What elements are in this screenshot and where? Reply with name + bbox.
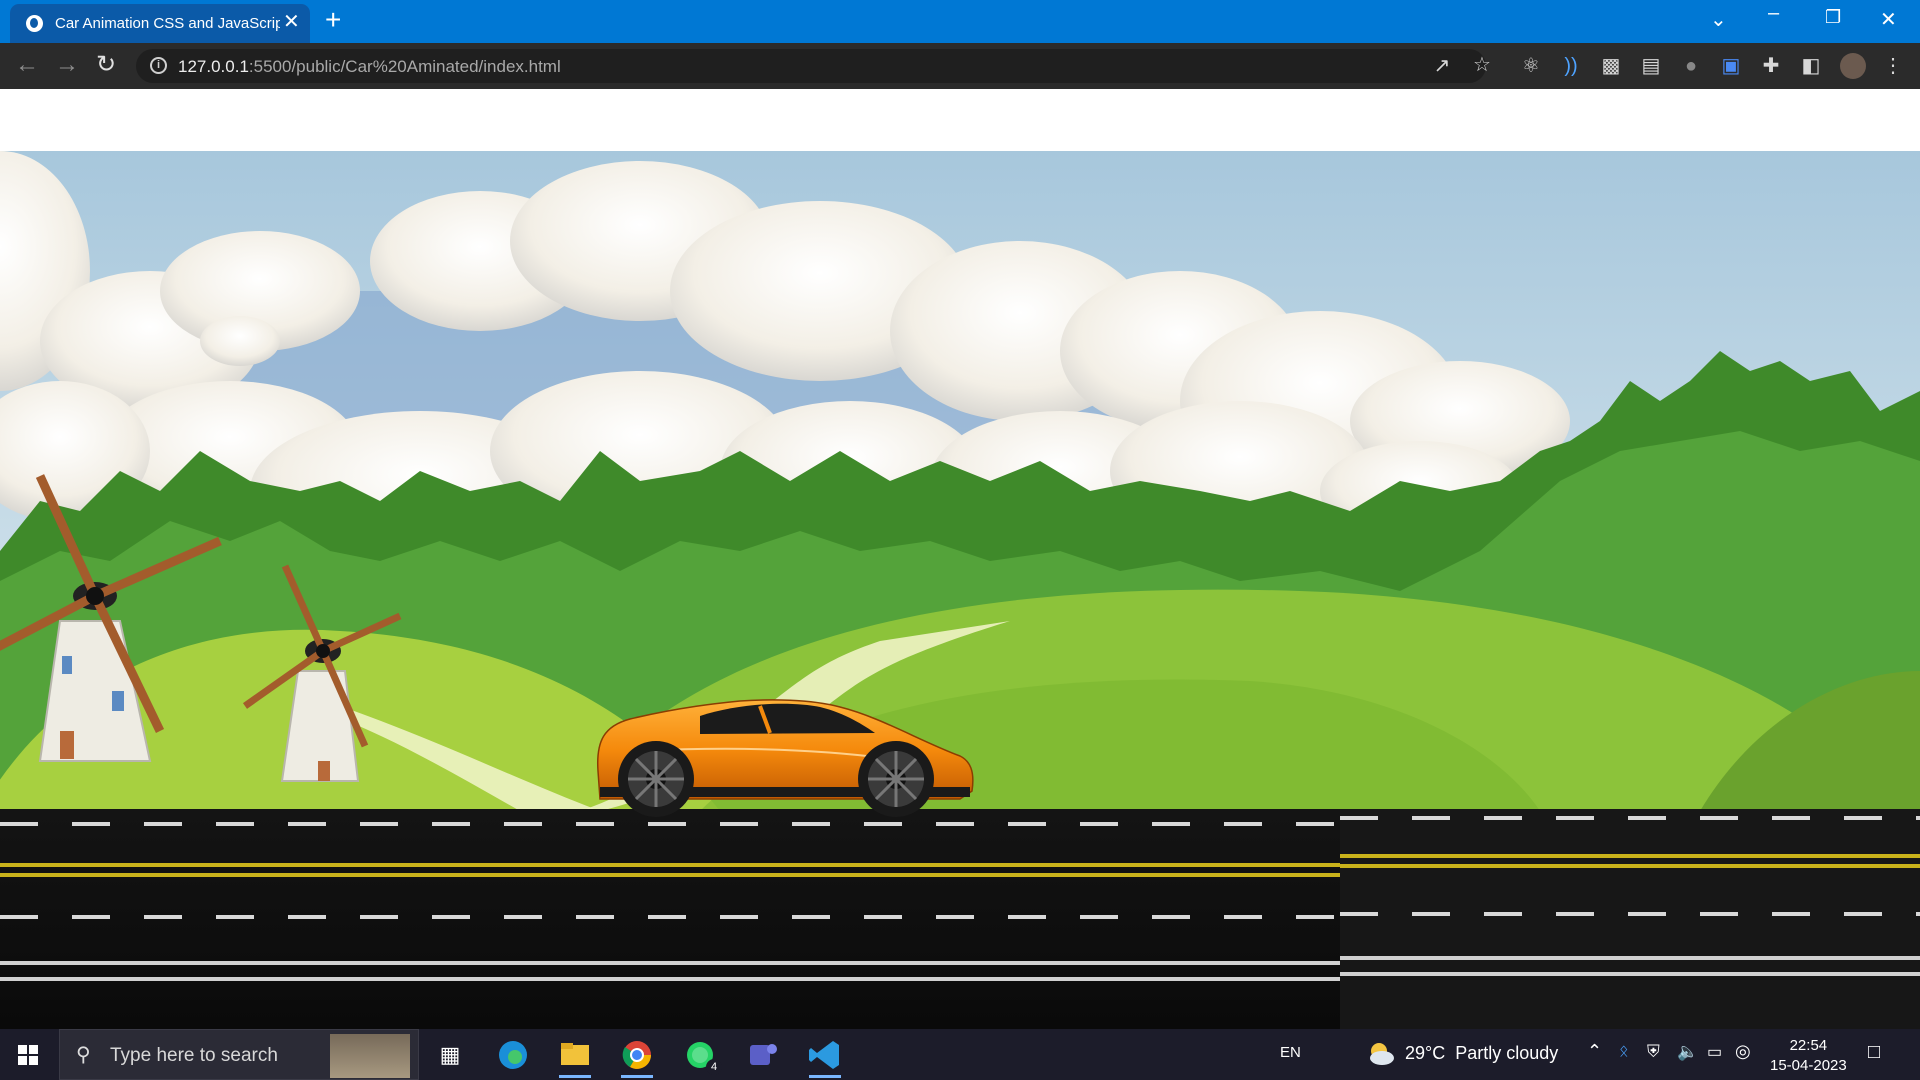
search-icon: ⚲ (76, 1044, 91, 1066)
back-button[interactable]: ← (15, 51, 39, 79)
windows-taskbar: ⚲ Type here to search ▦ 4 EN 29°C Partly… (0, 1029, 1920, 1080)
forward-button[interactable]: → (55, 51, 79, 79)
file-explorer-icon[interactable] (555, 1037, 595, 1078)
tab-search-icon[interactable]: ⌄ (1710, 7, 1727, 32)
volume-icon[interactable]: 🔈 (1677, 1042, 1698, 1062)
profile-avatar[interactable] (1840, 53, 1866, 79)
network-globe-icon[interactable]: ◎ (1735, 1041, 1751, 1062)
browser-tab[interactable]: Car Animation CSS and JavaScript ✕ (10, 4, 310, 43)
road-segment-right (1340, 809, 1920, 1029)
weather-text[interactable]: 29°C Partly cloudy (1405, 1043, 1558, 1064)
page-header-area (0, 89, 1920, 151)
battery-icon[interactable]: ▭ (1707, 1042, 1722, 1062)
tab-title: Car Animation CSS and JavaScript (55, 15, 280, 32)
read-aloud-icon[interactable]: )) (1560, 55, 1582, 77)
clock-time: 22:54 (1789, 1037, 1828, 1054)
react-devtools-icon[interactable]: ⚛ (1520, 55, 1542, 77)
url-text[interactable]: 127.0.0.1:5500/public/Car%20Aminated/ind… (178, 57, 561, 77)
language-indicator[interactable]: EN (1280, 1044, 1301, 1061)
extension-icon-2[interactable]: ▤ (1640, 55, 1662, 77)
weather-cloud-icon[interactable] (1365, 1039, 1395, 1069)
teams-icon[interactable] (742, 1037, 782, 1073)
clock-date: 15-04-2023 (1770, 1057, 1847, 1074)
bookmark-star-icon[interactable]: ☆ (1471, 54, 1493, 76)
url-path: :5500/public/Car%20Aminated/index.html (248, 57, 561, 76)
taskbar-search-box[interactable]: ⚲ Type here to search (59, 1029, 419, 1080)
search-placeholder: Type here to search (110, 1045, 278, 1066)
task-view-icon[interactable]: ▦ (430, 1037, 470, 1073)
reload-button[interactable]: ↻ (96, 51, 116, 79)
browser-tab-strip: Car Animation CSS and JavaScript ✕ + ⌄ –… (0, 0, 1920, 43)
translate-icon[interactable]: ▣ (1720, 55, 1742, 77)
notifications-icon[interactable]: □ (1868, 1041, 1880, 1064)
globe-icon (26, 15, 43, 32)
share-icon[interactable]: ↗ (1431, 55, 1453, 77)
car-animation-scene (0, 151, 1920, 1029)
extension-icon-1[interactable]: ▩ (1600, 55, 1622, 77)
site-info-icon[interactable]: i (150, 57, 167, 74)
tab-close-button[interactable]: ✕ (283, 12, 300, 32)
chrome-icon[interactable] (617, 1037, 657, 1078)
edge-browser-icon[interactable] (493, 1037, 533, 1073)
new-tab-button[interactable]: + (325, 6, 341, 34)
restore-button[interactable]: ❐ (1825, 7, 1841, 28)
extensions-puzzle-icon[interactable]: ✚ (1760, 55, 1782, 77)
search-highlight-image (330, 1034, 410, 1078)
show-hidden-icons-chevron[interactable]: ⌃ (1587, 1041, 1602, 1062)
vscode-icon[interactable] (805, 1037, 845, 1078)
system-clock[interactable]: 22:54 15-04-2023 (1770, 1036, 1847, 1076)
whatsapp-badge: 4 (706, 1059, 722, 1075)
rear-wheel (618, 741, 694, 817)
menu-kebab-icon[interactable]: ⋮ (1882, 55, 1904, 77)
whatsapp-icon[interactable]: 4 (680, 1037, 722, 1075)
close-window-button[interactable]: ✕ (1880, 7, 1897, 32)
security-shield-icon[interactable]: ⛨ (1647, 1042, 1660, 1062)
front-wheel (858, 741, 934, 817)
side-panel-icon[interactable]: ◧ (1800, 55, 1822, 77)
bluetooth-icon[interactable]: ᛟ (1619, 1043, 1629, 1061)
extension-icon-3[interactable]: ● (1680, 55, 1702, 77)
browser-toolbar: ← → ↻ i 127.0.0.1:5500/public/Car%20Amin… (0, 43, 1920, 89)
minimize-button[interactable]: – (1768, 2, 1779, 25)
url-host: 127.0.0.1 (178, 57, 249, 76)
address-bar[interactable]: i 127.0.0.1:5500/public/Car%20Aminated/i… (136, 49, 1491, 83)
windows-start-icon[interactable] (18, 1045, 38, 1065)
